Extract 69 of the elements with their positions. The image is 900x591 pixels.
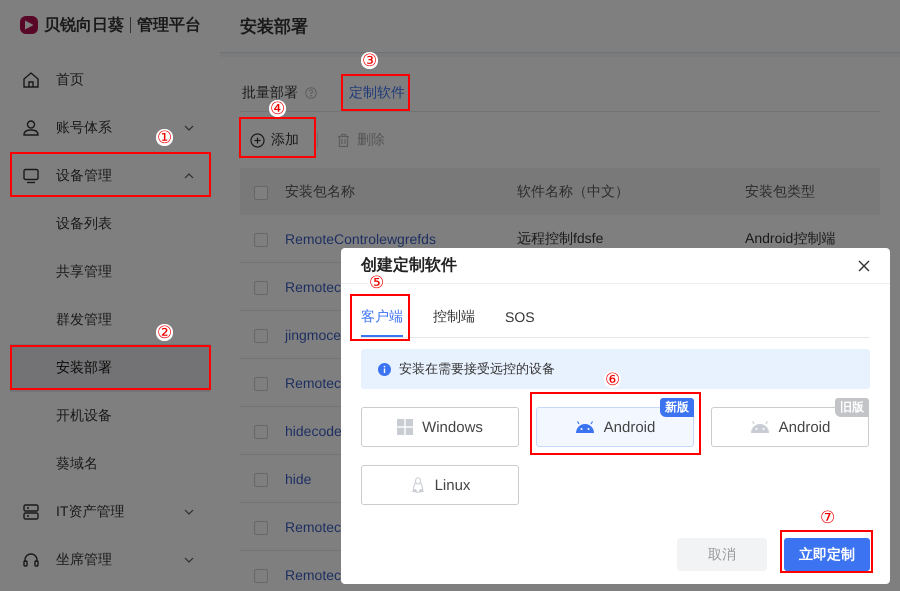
checkbox[interactable] <box>254 376 268 391</box>
highlight-frame <box>350 294 410 341</box>
headset-icon <box>22 551 40 569</box>
sidebar-subitem[interactable]: 开机设备 <box>56 407 112 425</box>
add-button[interactable]: 添加 <box>240 125 309 155</box>
page-title: 安装部署 <box>220 0 900 53</box>
android-icon <box>750 421 770 433</box>
column-header: 软件名称（中文） <box>517 182 629 198</box>
package-name-link[interactable]: Remotec <box>285 518 342 534</box>
table-cell: Android控制端 <box>745 230 836 246</box>
chevron-down-icon[interactable] <box>184 125 194 131</box>
sidebar-item[interactable]: IT资产管理 <box>56 503 124 521</box>
highlight-frame <box>341 74 410 111</box>
sidebar-subitem[interactable]: 共享管理 <box>56 263 112 281</box>
plus-circle-icon <box>250 132 265 148</box>
package-name-link[interactable]: Remotec <box>285 278 342 294</box>
server-icon <box>22 503 40 521</box>
dialog-title: 创建定制软件 <box>361 255 457 276</box>
package-name-link[interactable]: RemoteControlewgrefds <box>285 230 436 246</box>
sidebar-item[interactable]: 坐席管理 <box>56 551 112 569</box>
package-name-link[interactable]: hidecode <box>285 422 342 438</box>
windows-icon <box>397 419 414 435</box>
close-icon[interactable] <box>858 260 870 272</box>
checkbox[interactable] <box>254 568 268 583</box>
chevron-down-icon[interactable] <box>184 557 194 563</box>
penguin-icon <box>410 477 426 493</box>
chevron-up-icon[interactable] <box>184 173 194 179</box>
package-name-link[interactable]: Remotec <box>285 566 342 582</box>
chevron-down-icon[interactable] <box>184 509 194 515</box>
sidebar-item[interactable]: 设备管理 <box>56 167 112 185</box>
confirm-button[interactable]: 立即定制 <box>784 538 870 571</box>
checkbox[interactable] <box>254 328 268 343</box>
monitor-icon <box>22 167 40 185</box>
package-name-link[interactable]: Remotec <box>285 374 342 390</box>
info-icon <box>378 362 391 376</box>
version-badge: 新版 <box>660 398 694 417</box>
checkbox[interactable] <box>254 472 268 487</box>
sidebar-item[interactable]: 账号体系 <box>56 119 112 137</box>
sidebar-subitem[interactable]: 设备列表 <box>56 215 112 233</box>
tab[interactable]: 定制软件 <box>347 84 407 102</box>
checkbox[interactable] <box>254 280 268 295</box>
checkbox[interactable] <box>254 520 268 535</box>
sidebar-item[interactable]: 首页 <box>56 71 84 89</box>
column-header: 安装包名称 <box>285 182 355 198</box>
logo-icon <box>20 16 38 34</box>
info-text: 安装在需要接受远控的设备 <box>399 360 555 378</box>
tab[interactable]: 控制端 <box>433 299 475 337</box>
product-name: 管理平台 <box>137 16 201 36</box>
home-icon <box>22 71 40 89</box>
package-name-link[interactable]: jingmoce <box>285 326 342 342</box>
table-cell: 远程控制fdsfe <box>517 230 604 246</box>
brand-name: 贝锐向日葵 <box>44 16 124 36</box>
sidebar-subitem[interactable]: 葵域名 <box>56 455 98 473</box>
version-badge: 旧版 <box>835 398 869 417</box>
column-header: 安装包类型 <box>745 182 815 198</box>
platform-option[interactable]: Windows <box>361 407 519 447</box>
tab[interactable]: SOS <box>505 299 535 337</box>
checkbox[interactable] <box>254 186 268 200</box>
tab[interactable]: 客户端 <box>361 299 403 337</box>
android-icon <box>574 421 595 433</box>
user-icon <box>22 119 40 137</box>
platform-option[interactable]: Linux <box>361 465 519 505</box>
tab[interactable]: 批量部署 <box>240 84 300 102</box>
sidebar-subitem[interactable]: 安装部署 <box>56 359 112 377</box>
trash-icon <box>336 132 351 148</box>
package-name-link[interactable]: hide <box>285 470 312 486</box>
checkbox[interactable] <box>254 232 268 247</box>
checkbox[interactable] <box>254 424 268 439</box>
sidebar-subitem[interactable]: 群发管理 <box>56 311 112 329</box>
